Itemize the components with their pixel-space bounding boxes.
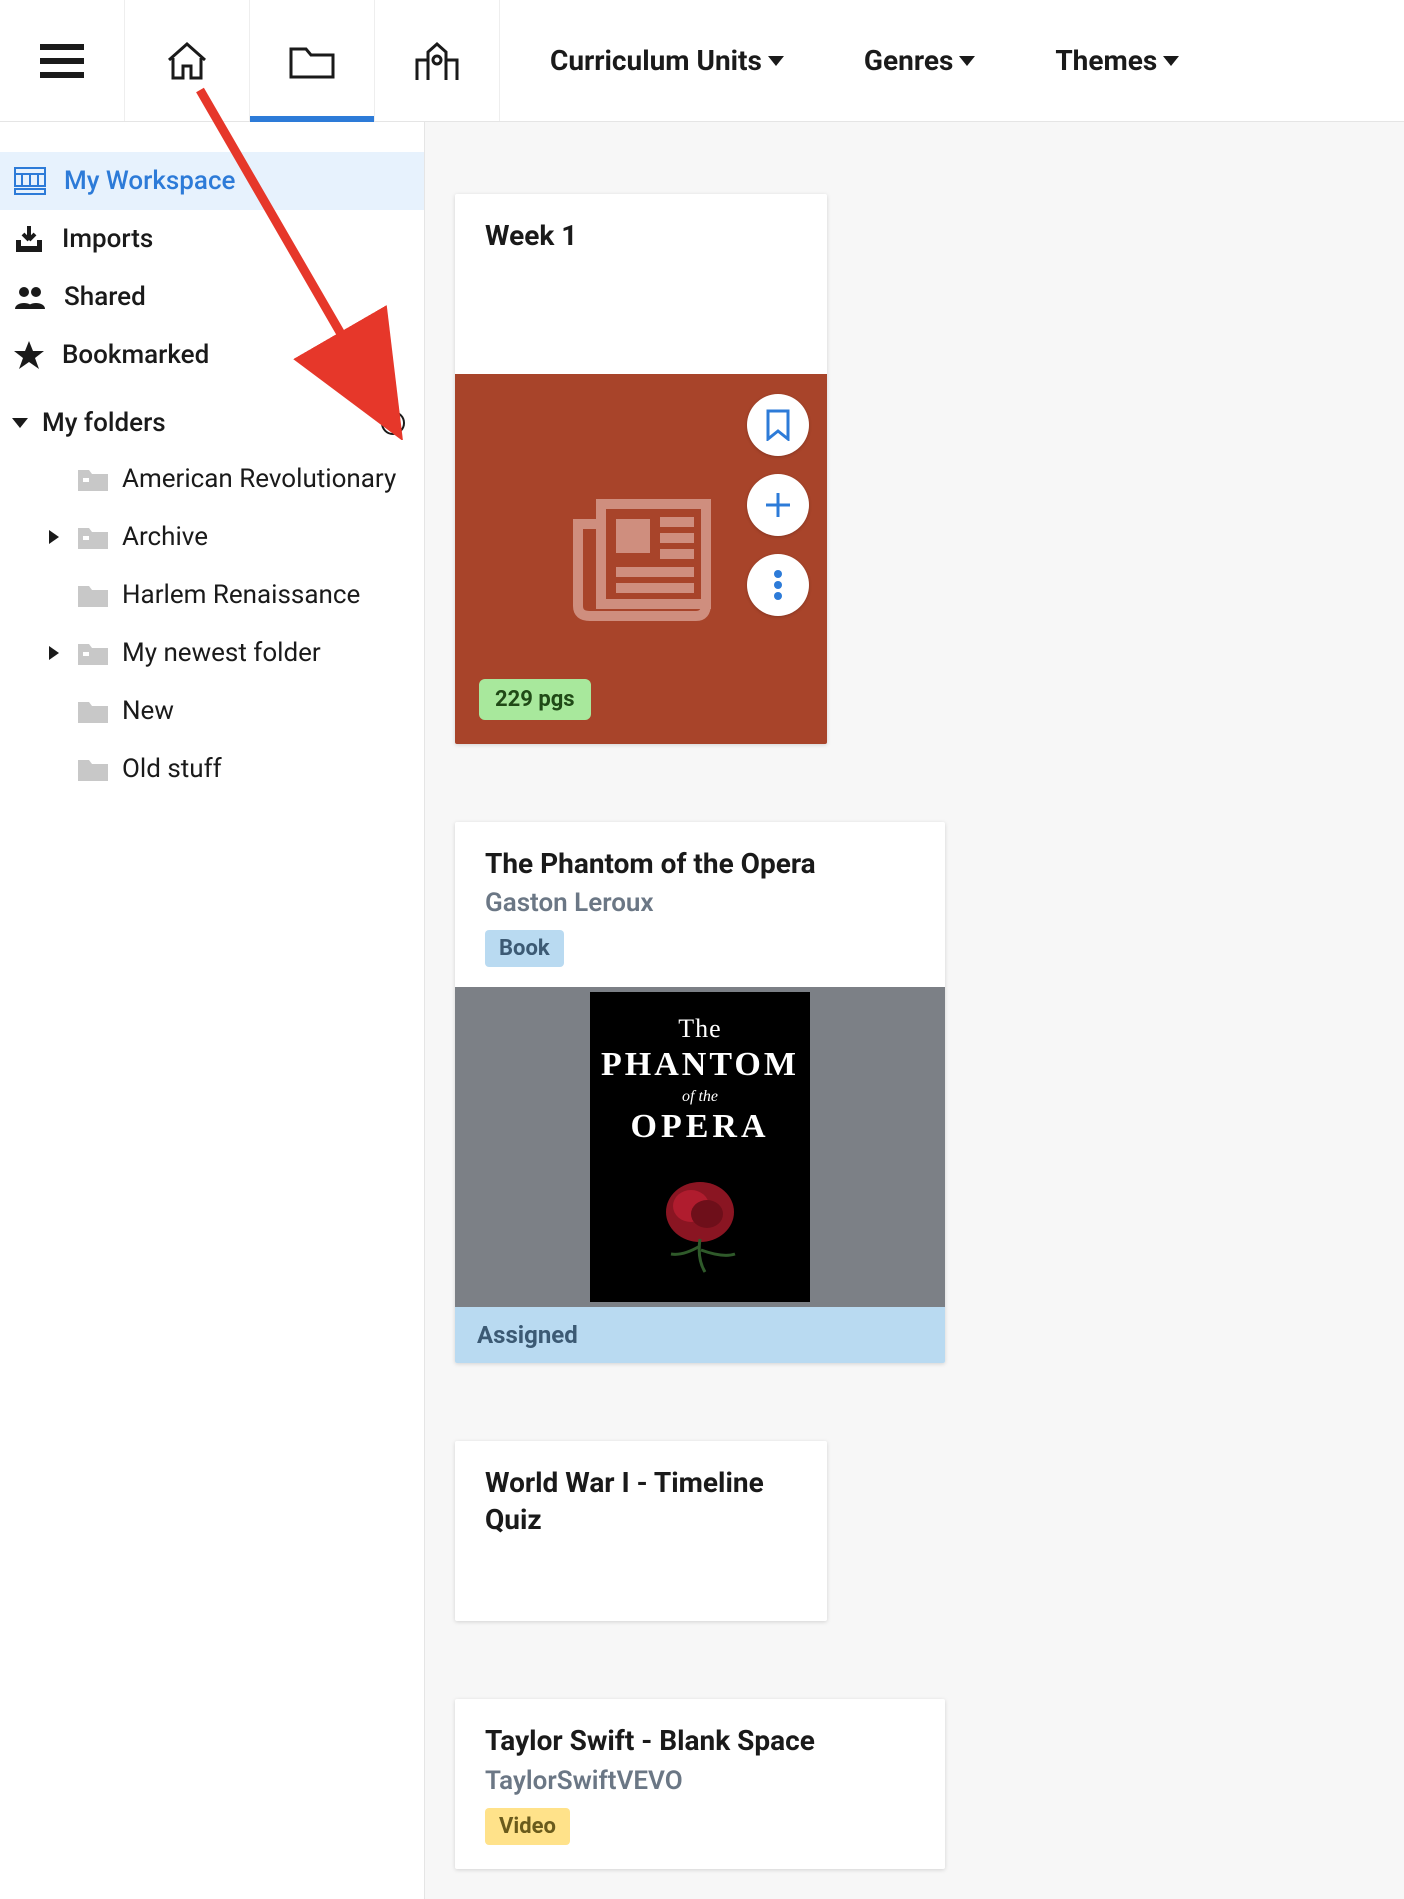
sidebar-label: My Workspace	[64, 166, 235, 196]
sidebar-item-workspace[interactable]: My Workspace	[0, 152, 424, 210]
folder-icon	[78, 467, 108, 491]
top-nav: Curriculum Units Genres Themes	[0, 0, 1404, 122]
folder-list: American Revolutionary Archive Harlem Re…	[0, 450, 424, 798]
card-week1[interactable]: Week 1 229 pgs	[455, 194, 827, 744]
sidebar-item-bookmarked[interactable]: Bookmarked	[0, 326, 424, 384]
card-head: The Phantom of the Opera Gaston Leroux B…	[455, 822, 945, 987]
card-head: Taylor Swift - Blank Space TaylorSwiftVE…	[455, 1699, 945, 1868]
bookmark-button[interactable]	[747, 394, 809, 456]
menu-themes[interactable]: Themes	[1055, 44, 1179, 77]
caret-down-icon	[12, 418, 28, 428]
card-title: The Phantom of the Opera	[485, 846, 915, 882]
content-grid: Week 1 229 pgs	[425, 122, 1404, 1899]
card-ww1[interactable]: World War I - Timeline Quiz	[455, 1441, 827, 1621]
menu-curriculum-units[interactable]: Curriculum Units	[550, 44, 784, 77]
card-body: The PHANTOM of the OPERA	[455, 987, 945, 1307]
caret-down-icon	[959, 56, 975, 66]
video-chip: Video	[485, 1808, 570, 1845]
hamburger-icon	[40, 44, 84, 78]
workspace-icon	[14, 167, 46, 195]
card-author: TaylorSwiftVEVO	[485, 1766, 915, 1796]
assigned-badge: Assigned	[455, 1307, 945, 1363]
sidebar-item-shared[interactable]: Shared	[0, 268, 424, 326]
cover-line: OPERA	[631, 1108, 770, 1146]
folder-icon	[288, 41, 336, 81]
home-tab[interactable]	[125, 0, 250, 121]
cover-line: of the	[682, 1088, 718, 1106]
card-actions	[747, 394, 809, 616]
sidebar-label: Imports	[62, 224, 153, 254]
folder-item-new[interactable]: New	[32, 682, 424, 740]
folder-icon	[78, 699, 108, 723]
folder-label: Archive	[122, 522, 208, 552]
shared-icon	[14, 285, 46, 309]
bookmark-icon	[765, 409, 791, 441]
folder-icon	[78, 757, 108, 781]
home-icon	[165, 40, 209, 82]
folder-label: Harlem Renaissance	[122, 580, 360, 610]
menu-label: Themes	[1055, 44, 1157, 77]
more-vert-icon	[774, 570, 782, 600]
my-folders-toggle[interactable]: My folders	[12, 408, 166, 438]
folder-item-harlem-renaissance[interactable]: Harlem Renaissance	[32, 566, 424, 624]
book-chip: Book	[485, 930, 564, 967]
chevron-right-icon	[44, 530, 64, 544]
cover-line: PHANTOM	[601, 1046, 799, 1084]
plus-circle-icon	[380, 410, 406, 436]
folder-label: American Revolutionary	[122, 464, 396, 494]
card-phantom[interactable]: The Phantom of the Opera Gaston Leroux B…	[455, 822, 945, 1363]
folder-item-american-revolutionary[interactable]: American Revolutionary	[32, 450, 424, 508]
newspaper-icon	[566, 494, 716, 624]
folder-label: New	[122, 696, 174, 726]
hamburger-tab[interactable]	[0, 0, 125, 121]
folder-label: My newest folder	[122, 638, 321, 668]
imports-icon	[14, 224, 44, 254]
card-body: 229 pgs	[455, 374, 827, 744]
menu-genres[interactable]: Genres	[864, 44, 975, 77]
card-author: Gaston Leroux	[485, 888, 915, 918]
sidebar-label: Bookmarked	[62, 340, 209, 370]
sidebar-item-imports[interactable]: Imports	[0, 210, 424, 268]
add-folder-button[interactable]	[380, 410, 406, 436]
sidebar: My Workspace Imports Shared Bookmarked M…	[0, 122, 425, 1899]
school-tab[interactable]	[375, 0, 500, 121]
folder-icon	[78, 583, 108, 607]
more-button[interactable]	[747, 554, 809, 616]
rose-icon	[645, 1164, 755, 1274]
folder-item-archive[interactable]: Archive	[32, 508, 424, 566]
card-swift[interactable]: Taylor Swift - Blank Space TaylorSwiftVE…	[455, 1699, 945, 1868]
book-cover: The PHANTOM of the OPERA	[590, 992, 810, 1302]
school-icon	[414, 40, 460, 82]
menu-label: Genres	[864, 44, 953, 77]
add-button[interactable]	[747, 474, 809, 536]
caret-down-icon	[1163, 56, 1179, 66]
folder-icon	[78, 641, 108, 665]
card-head: World War I - Timeline Quiz	[455, 1441, 827, 1621]
folder-label: Old stuff	[122, 754, 222, 784]
card-head: Week 1	[455, 194, 827, 374]
folder-item-old-stuff[interactable]: Old stuff	[32, 740, 424, 798]
folder-item-my-newest-folder[interactable]: My newest folder	[32, 624, 424, 682]
star-icon	[14, 341, 44, 369]
pages-badge: 229 pgs	[479, 679, 591, 720]
chevron-right-icon	[44, 646, 64, 660]
sidebar-label: Shared	[64, 282, 146, 312]
menu-label: Curriculum Units	[550, 44, 762, 77]
folders-label: My folders	[42, 408, 166, 438]
top-menu: Curriculum Units Genres Themes	[550, 0, 1179, 121]
main-layout: My Workspace Imports Shared Bookmarked M…	[0, 122, 1404, 1899]
card-title: Taylor Swift - Blank Space	[485, 1723, 915, 1759]
folder-icon	[78, 525, 108, 549]
caret-down-icon	[768, 56, 784, 66]
plus-icon	[763, 490, 793, 520]
card-title: Week 1	[485, 218, 797, 254]
cover-line: The	[678, 1014, 721, 1044]
card-title: World War I - Timeline Quiz	[485, 1465, 797, 1538]
folder-tab[interactable]	[250, 0, 375, 121]
my-folders-header: My folders	[0, 384, 424, 450]
